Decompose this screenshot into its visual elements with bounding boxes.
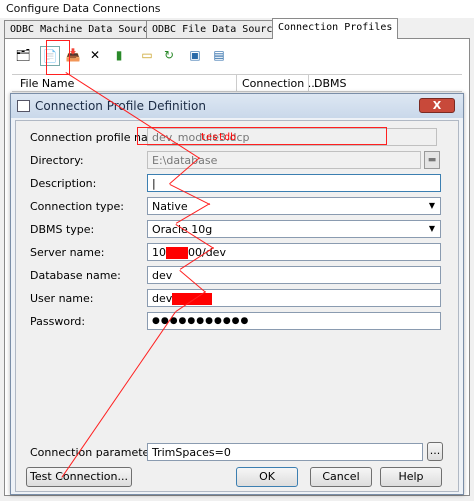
user-name-prefix: dev xyxy=(152,292,173,305)
properties-icon[interactable]: 🗂 xyxy=(14,46,32,64)
close-button[interactable]: X xyxy=(419,98,455,113)
test-connection-button[interactable]: Test Connection... xyxy=(26,467,132,487)
annotation-box-toolbar xyxy=(46,40,70,75)
refresh-icon[interactable]: ↻ xyxy=(160,46,178,64)
password-field[interactable]: ●●●●●●●●●●● xyxy=(147,312,441,330)
chevron-down-icon[interactable]: ▼ xyxy=(426,223,438,235)
description-field[interactable]: | xyxy=(147,174,441,192)
connection-parameters-field[interactable]: TrimSpaces=0 xyxy=(147,443,423,461)
chevron-down-icon[interactable]: ▼ xyxy=(426,200,438,212)
dialog-window-icon xyxy=(17,100,30,112)
delete-icon[interactable]: ✕ xyxy=(86,46,104,64)
connect-icon[interactable]: ▮ xyxy=(110,46,128,64)
dialog-titlebar[interactable]: Connection Profile Definition X xyxy=(11,94,463,118)
column-file-name[interactable]: File Name xyxy=(20,77,74,90)
password-label: Password: xyxy=(30,315,86,328)
tab-odbc-file[interactable]: ODBC File Data Sources xyxy=(146,20,291,38)
details-icon[interactable]: ▤ xyxy=(210,46,228,64)
user-name-field[interactable]: dev xyxy=(147,289,441,307)
connection-type-select[interactable]: Native ▼ xyxy=(147,197,441,215)
parameters-browse-button[interactable]: ... xyxy=(427,442,443,461)
server-name-prefix: 10 xyxy=(152,246,166,259)
directory-label: Directory: xyxy=(30,154,84,167)
server-name-field[interactable]: 1000/dev xyxy=(147,243,441,261)
dbms-type-label: DBMS type: xyxy=(30,223,95,236)
column-connection[interactable]: Connection ... xyxy=(242,77,318,90)
connection-type-label: Connection type: xyxy=(30,200,125,213)
list-header: File Name Connection ... DBMS xyxy=(12,74,462,92)
redaction-mark xyxy=(166,247,188,259)
user-name-label: User name: xyxy=(30,292,94,305)
folder-icon[interactable]: ▭ xyxy=(138,46,156,64)
server-name-label: Server name: xyxy=(30,246,105,259)
tab-connection-profiles[interactable]: Connection Profiles xyxy=(272,18,399,39)
tab-odbc-machine[interactable]: ODBC Machine Data Sources xyxy=(4,20,167,38)
connection-type-value: Native xyxy=(152,200,188,213)
description-label: Description: xyxy=(30,177,97,190)
cancel-button[interactable]: Cancel xyxy=(310,467,372,487)
browse-folder-icon[interactable]: ▬ xyxy=(424,151,440,169)
view-icon[interactable]: ▣ xyxy=(186,46,204,64)
connection-parameters-label: Connection parameters: xyxy=(30,446,164,459)
dialog-body: Connection profile name: dev_module3.dcp… xyxy=(15,120,459,492)
connection-profile-dialog: Connection Profile Definition X Connecti… xyxy=(10,93,464,495)
column-dbms[interactable]: DBMS xyxy=(314,77,347,90)
ok-button[interactable]: OK xyxy=(236,467,298,487)
window-title: Configure Data Connections xyxy=(0,0,474,18)
database-name-label: Database name: xyxy=(30,269,121,282)
annotation-text: testdb xyxy=(200,132,237,143)
help-button[interactable]: Help xyxy=(380,467,442,487)
